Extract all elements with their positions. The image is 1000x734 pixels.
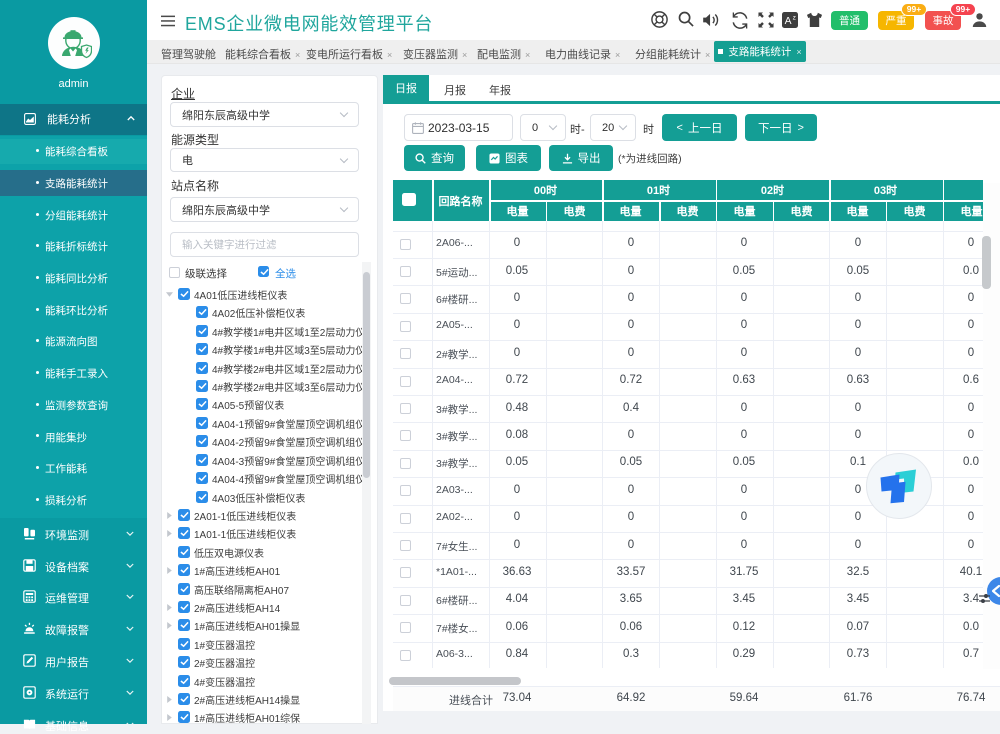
svg-text:A: A xyxy=(785,16,792,27)
svg-text:z: z xyxy=(793,15,796,22)
